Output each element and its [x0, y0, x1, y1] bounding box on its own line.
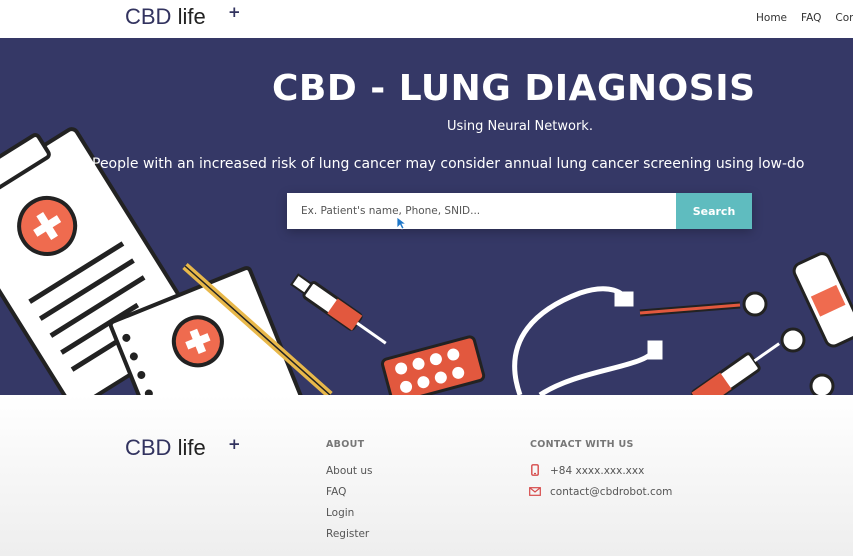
- pointer-cursor-icon: [396, 216, 408, 230]
- brand-logo[interactable]: CBD life: [125, 4, 206, 30]
- footer-login-link[interactable]: Login: [326, 507, 354, 519]
- hero-banner: CBD - LUNG DIAGNOSIS Using Neural Networ…: [0, 38, 853, 395]
- search-button[interactable]: Search: [676, 193, 752, 229]
- top-navbar: CBD life + Home FAQ Con: [0, 0, 853, 38]
- pill-icon: [809, 373, 835, 395]
- nav-contact-link[interactable]: Con: [835, 12, 853, 24]
- footer-register-link[interactable]: Register: [326, 528, 369, 540]
- footer-brand-cbd: CBD: [125, 435, 172, 460]
- pill-icon: [780, 327, 806, 353]
- brand-name-life: life: [177, 4, 206, 29]
- footer-contact-title: CONTACT WITH US: [530, 439, 634, 450]
- brand-plus-mark: +: [228, 3, 241, 21]
- nav-home-link[interactable]: Home: [756, 12, 787, 24]
- stethoscope-icon: [512, 286, 663, 395]
- footer-phone: +84 xxxx.xxx.xxx: [550, 465, 645, 477]
- footer-faq-link[interactable]: FAQ: [326, 486, 346, 498]
- hero-subtitle: Using Neural Network.: [447, 119, 593, 134]
- page-footer: CBD life + ABOUT About us FAQ Login Regi…: [0, 395, 853, 556]
- main-nav: Home FAQ Con: [756, 12, 853, 24]
- syringe-icon: [290, 273, 387, 345]
- search-input[interactable]: [287, 193, 676, 229]
- hero-tagline: People with an increased risk of lung ca…: [92, 156, 805, 172]
- pill-pack-icon: [380, 335, 486, 395]
- thermometer-icon: [639, 291, 768, 317]
- syringe-right-icon: [691, 342, 781, 395]
- footer-brand-plus-mark: +: [228, 435, 241, 453]
- brand-name-cbd: CBD: [125, 4, 172, 29]
- footer-about-us-link[interactable]: About us: [326, 465, 373, 477]
- phone-icon: [531, 464, 539, 476]
- footer-brand-logo[interactable]: CBD life: [125, 435, 206, 461]
- nav-faq-link[interactable]: FAQ: [801, 12, 821, 24]
- footer-email-link[interactable]: contact@cbdrobot.com: [550, 486, 672, 498]
- search-form: Search: [287, 193, 752, 229]
- footer-brand-life: life: [177, 435, 206, 460]
- hero-title: CBD - LUNG DIAGNOSIS: [272, 68, 756, 109]
- footer-about-title: ABOUT: [326, 439, 365, 450]
- mail-icon: [529, 487, 541, 496]
